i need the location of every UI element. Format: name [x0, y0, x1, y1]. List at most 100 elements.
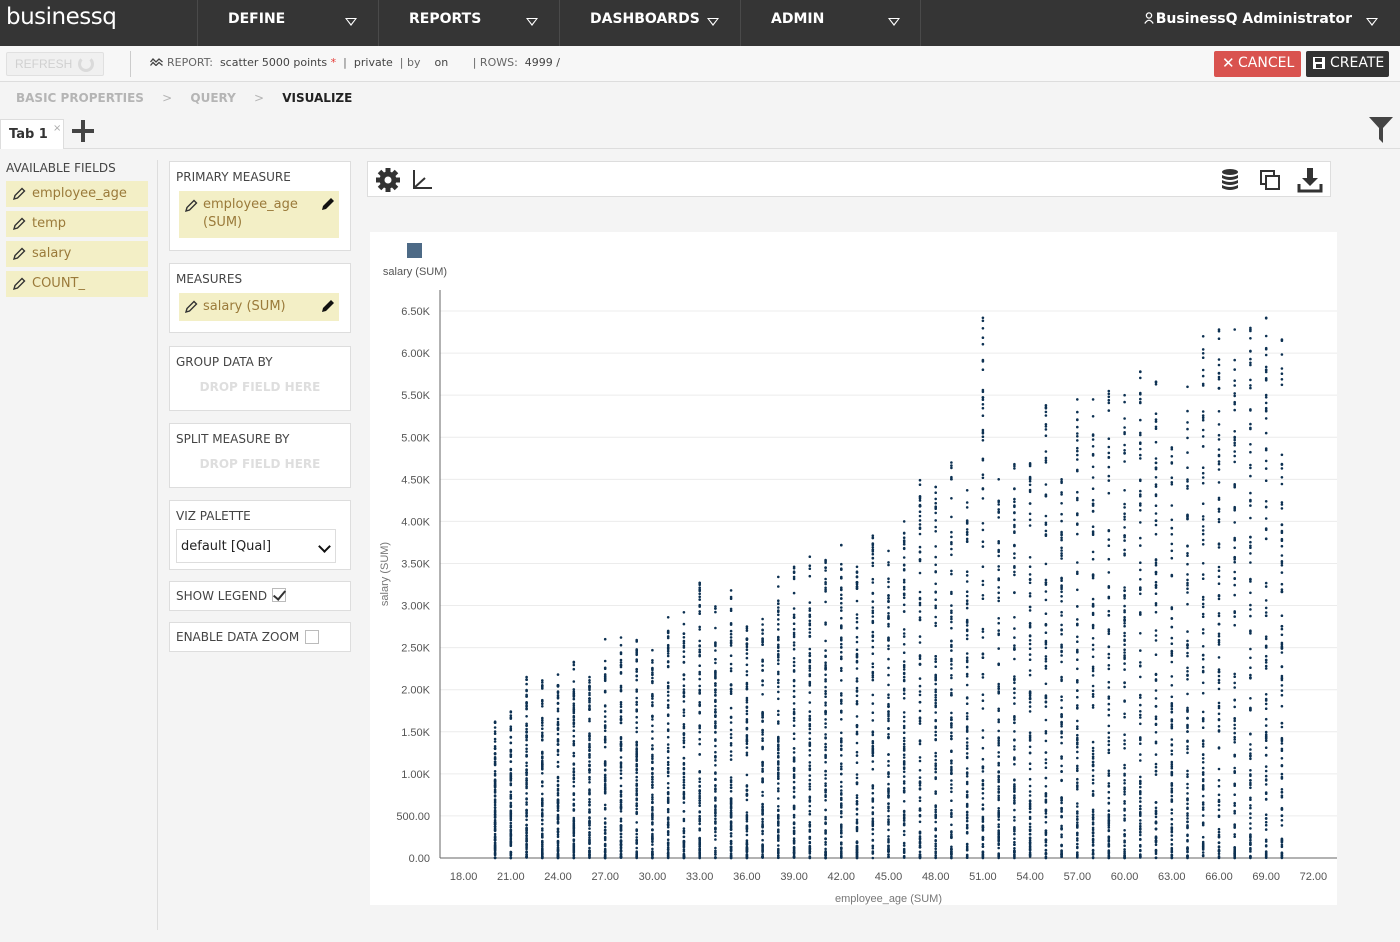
axis-icon[interactable]	[408, 166, 436, 194]
download-icon[interactable]	[1296, 166, 1324, 194]
data-zoom-checkbox[interactable]	[305, 630, 319, 644]
scatter-point	[729, 750, 733, 753]
scatter-point	[619, 828, 623, 831]
drop-zone[interactable]: DROP FIELD HERE	[170, 457, 350, 471]
scatter-point	[714, 814, 717, 817]
field-count[interactable]: COUNT_	[6, 271, 148, 297]
scatter-point	[1107, 743, 1111, 747]
scatter-point	[1123, 618, 1126, 621]
field-employee-age[interactable]: employee_age	[6, 181, 148, 207]
scatter-point	[1123, 526, 1126, 529]
scatter-point	[619, 717, 623, 720]
refresh-button[interactable]: REFRESH	[6, 52, 104, 76]
scatter-point	[1060, 855, 1063, 858]
scatter-point	[1107, 474, 1111, 478]
scatter-point	[1107, 784, 1111, 788]
scatter-point	[1013, 840, 1016, 844]
app-logo[interactable]: businessq	[6, 4, 117, 30]
scatter-point	[603, 659, 607, 663]
tab-1[interactable]: Tab 1 ×	[0, 119, 64, 149]
nav-reports[interactable]: REPORTS	[378, 0, 559, 46]
scatter-point	[493, 779, 497, 783]
scatter-point	[1170, 636, 1174, 640]
gear-icon[interactable]	[374, 166, 402, 194]
scatter-point	[1186, 773, 1189, 776]
scatter-point	[934, 615, 937, 619]
scatter-point	[950, 734, 953, 738]
primary-measure-field[interactable]: employee_age (SUM)	[179, 191, 339, 238]
rows-label: ROWS:	[479, 56, 518, 69]
palette-select[interactable]: default [Qual]	[176, 529, 336, 563]
scatter-point	[1013, 681, 1016, 685]
scatter-point	[1170, 549, 1174, 553]
nav-admin[interactable]: ADMIN	[740, 0, 921, 46]
scatter-point	[1123, 742, 1126, 746]
scatter-point	[981, 707, 985, 710]
chevron-down-icon[interactable]	[1366, 18, 1378, 26]
scatter-point	[682, 677, 686, 681]
scatter-point	[603, 817, 607, 820]
scatter-point	[635, 804, 638, 808]
scatter-point	[761, 829, 764, 833]
user-menu[interactable]: BusinessQ Administrator	[1143, 11, 1352, 27]
scatter-point	[808, 669, 812, 672]
tab-close-icon[interactable]: ×	[53, 123, 61, 134]
y-tick-label: 2.00K	[401, 685, 430, 697]
scatter-point	[965, 853, 969, 857]
edit-icon[interactable]	[321, 197, 335, 211]
scatter-point	[1154, 592, 1158, 595]
show-legend-checkbox[interactable]	[272, 588, 286, 602]
scatter-point	[918, 808, 922, 812]
scatter-point	[792, 627, 796, 631]
step-query[interactable]: QUERY	[190, 91, 235, 105]
scatter-point	[651, 843, 654, 846]
scatter-point	[1249, 422, 1252, 426]
scatter-point	[619, 671, 623, 674]
scatter-point	[1123, 426, 1126, 429]
scatter-point	[525, 675, 528, 679]
scatter-point	[1170, 707, 1174, 711]
edit-icon[interactable]	[321, 299, 335, 313]
scatter-point	[1028, 810, 1032, 814]
scatter-point	[777, 754, 780, 758]
scatter-point	[934, 816, 937, 820]
database-icon[interactable]	[1216, 166, 1244, 194]
field-salary[interactable]: salary	[6, 241, 148, 267]
step-basic-properties[interactable]: BASIC PROPERTIES	[16, 91, 144, 105]
nav-define[interactable]: DEFINE	[197, 0, 378, 46]
cancel-button[interactable]: ✕ CANCEL	[1214, 51, 1301, 77]
scatter-point	[1139, 713, 1142, 717]
scatter-point	[824, 815, 827, 819]
scatter-point	[729, 721, 733, 724]
add-tab-icon[interactable]	[72, 120, 94, 142]
nav-dashboards[interactable]: DASHBOARDS	[559, 0, 740, 46]
field-temp[interactable]: temp	[6, 211, 148, 237]
scatter-point	[981, 368, 985, 371]
create-button[interactable]: CREATE	[1306, 51, 1389, 77]
scatter-point	[682, 711, 686, 714]
scatter-point	[855, 565, 859, 569]
scatter-point	[682, 763, 686, 766]
scatter-point	[619, 795, 623, 798]
filter-icon[interactable]	[1369, 117, 1393, 143]
scatter-point	[918, 850, 922, 854]
scatter-point	[1076, 572, 1079, 575]
scatter-point	[698, 753, 701, 756]
scatter-point	[1233, 804, 1236, 807]
drop-zone[interactable]: DROP FIELD HERE	[170, 380, 350, 394]
scatter-point	[1028, 805, 1032, 808]
scatter-point	[1249, 656, 1252, 660]
scatter-point	[556, 856, 560, 860]
scatter-point	[1154, 679, 1158, 682]
step-visualize[interactable]: VISUALIZE	[282, 91, 352, 105]
scatter-point	[666, 706, 670, 709]
scatter-point	[981, 414, 985, 417]
scatter-point	[918, 719, 922, 723]
scatter-point	[808, 782, 812, 786]
scatter-point	[918, 756, 922, 759]
copy-icon[interactable]	[1256, 166, 1284, 194]
scatter-point	[1123, 597, 1126, 600]
scatter-point	[965, 730, 969, 733]
measure-field-salary[interactable]: salary (SUM)	[179, 293, 339, 321]
scatter-point	[808, 742, 812, 745]
